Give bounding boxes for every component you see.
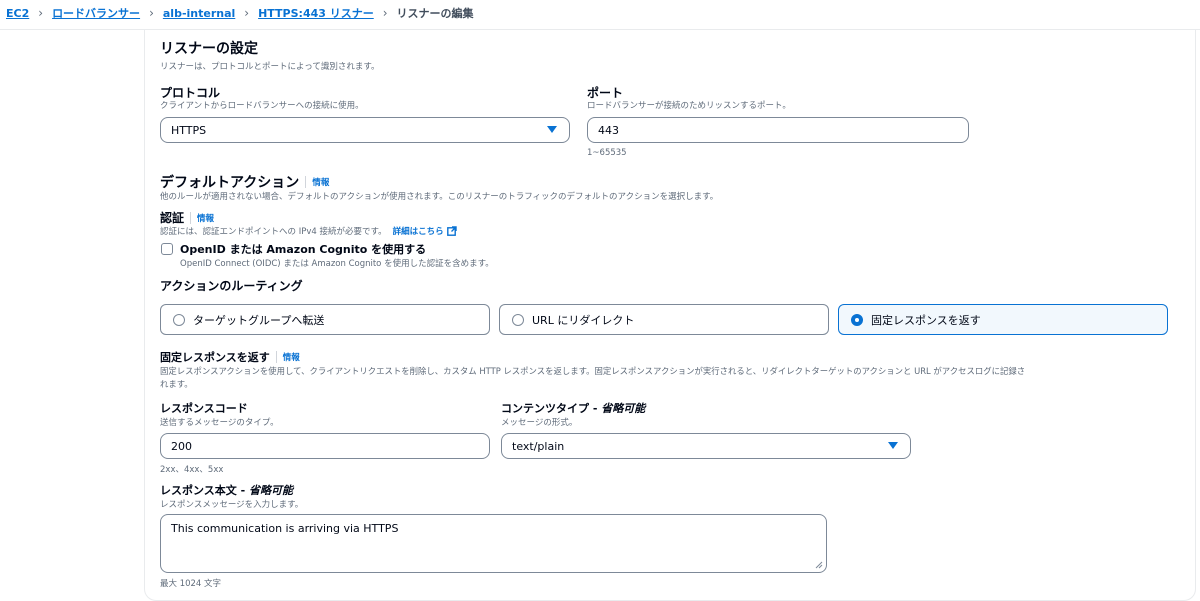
protocol-description: クライアントからロードバランサーへの接続に使用。 [160, 101, 364, 111]
response-body-optional: 省略可能 [249, 484, 294, 497]
use-oidc-checkbox[interactable] [161, 243, 173, 255]
default-action-info-link[interactable]: 情報 [305, 176, 329, 188]
default-action-header: デフォルトアクション 情報 [160, 172, 329, 192]
radio-fixed-response[interactable] [851, 313, 863, 326]
response-code-label: レスポンスコード [160, 402, 248, 415]
use-oidc-description: OpenID Connect (OIDC) または Amazon Cognito… [180, 259, 494, 269]
breadcrumb-current: リスナーの編集 [396, 7, 474, 20]
response-body-description: レスポンスメッセージを入力します。 [160, 500, 304, 510]
fixed-response-title: 固定レスポンスを返す [160, 351, 270, 364]
response-body-hint: 最大 1024 文字 [160, 579, 222, 589]
routing-option-fixed-response-label: 固定レスポンスを返す [871, 313, 981, 327]
content-type-value: text/plain [512, 439, 565, 453]
response-code-value: 200 [171, 439, 192, 453]
listener-settings-description: リスナーは、プロトコルとポートによって識別されます。 [160, 62, 380, 72]
routing-option-fixed-response[interactable]: 固定レスポンスを返す [838, 304, 1168, 335]
caret-down-icon [547, 126, 557, 133]
response-code-description: 送信するメッセージのタイプ。 [160, 418, 279, 428]
content-type-label: コンテンツタイプ - 省略可能 [501, 400, 645, 416]
port-description: ロードバランサーが接続のためリッスンするポート。 [587, 101, 791, 111]
response-body-textarea[interactable]: This communication is arriving via HTTPS [160, 514, 827, 573]
port-hint: 1~65535 [587, 148, 627, 158]
auth-header: 認証 情報 [160, 209, 214, 226]
breadcrumb-link-listener[interactable]: HTTPS:443 リスナー [258, 5, 374, 21]
routing-option-forward-label: ターゲットグループへ転送 [193, 313, 325, 327]
fixed-response-description-1: 固定レスポンスアクションを使用して、クライアントリクエストを削除し、カスタム H… [160, 366, 1026, 376]
auth-description: 認証には、認証エンドポイントへの IPv4 接続が必要です。 [160, 227, 387, 237]
radio-forward[interactable] [173, 313, 185, 326]
response-body-value: This communication is arriving via HTTPS [171, 522, 399, 535]
routing-option-forward[interactable]: ターゲットグループへ転送 [160, 304, 490, 335]
breadcrumb-link-load-balancers[interactable]: ロードバランサー [52, 5, 140, 21]
fixed-response-description-2: れます。 [160, 379, 193, 389]
breadcrumb-link-ec2[interactable]: EC2 [6, 7, 29, 20]
external-link-icon[interactable] [446, 226, 457, 236]
breadcrumb-link-alb[interactable]: alb-internal [163, 7, 235, 20]
port-input-value: 443 [598, 123, 619, 137]
chevron-right-icon: › [38, 6, 44, 20]
caret-down-icon [888, 442, 898, 449]
response-body-label: レスポンス本文 - 省略可能 [160, 482, 293, 498]
response-body-label-text: レスポンス本文 - [160, 484, 250, 497]
auth-description-row: 認証には、認証エンドポイントへの IPv4 接続が必要です。 詳細はこちら [160, 225, 457, 237]
radio-redirect[interactable] [512, 313, 524, 326]
use-oidc-label[interactable]: OpenID または Amazon Cognito を使用する [180, 241, 426, 257]
content-type-description: メッセージの形式。 [501, 418, 578, 428]
chevron-right-icon: › [382, 6, 388, 20]
protocol-select[interactable]: HTTPS [160, 117, 570, 143]
default-action-title: デフォルトアクション [160, 175, 300, 191]
routing-option-redirect-label: URL にリダイレクト [532, 313, 635, 327]
chevron-right-icon: › [149, 6, 154, 20]
routing-title: アクションのルーティング [160, 279, 303, 293]
content-type-label-text: コンテンツタイプ - [501, 402, 602, 415]
fixed-response-header: 固定レスポンスを返す 情報 [160, 349, 300, 365]
content-type-select[interactable]: text/plain [501, 433, 911, 459]
response-code-input[interactable]: 200 [160, 433, 490, 459]
listener-settings-title: リスナーの設定 [160, 41, 258, 57]
auth-title: 認証 [160, 211, 185, 225]
content-type-optional: 省略可能 [601, 402, 646, 415]
auth-details-link[interactable]: 詳細はこちら [393, 225, 444, 237]
breadcrumb: EC2 › ロードバランサー › alb-internal › HTTPS:44… [6, 5, 474, 21]
resize-handle-icon[interactable] [815, 561, 823, 569]
chevron-right-icon: › [244, 6, 250, 20]
response-code-hint: 2xx、4xx、5xx [160, 465, 224, 475]
default-action-description: 他のルールが適用されない場合、デフォルトのアクションが使用されます。このリスナー… [160, 192, 719, 202]
auth-info-link[interactable]: 情報 [190, 211, 214, 224]
routing-option-redirect[interactable]: URL にリダイレクト [499, 304, 829, 335]
protocol-select-value: HTTPS [171, 123, 207, 137]
port-input[interactable]: 443 [587, 117, 969, 143]
fixed-response-info-link[interactable]: 情報 [275, 351, 300, 363]
